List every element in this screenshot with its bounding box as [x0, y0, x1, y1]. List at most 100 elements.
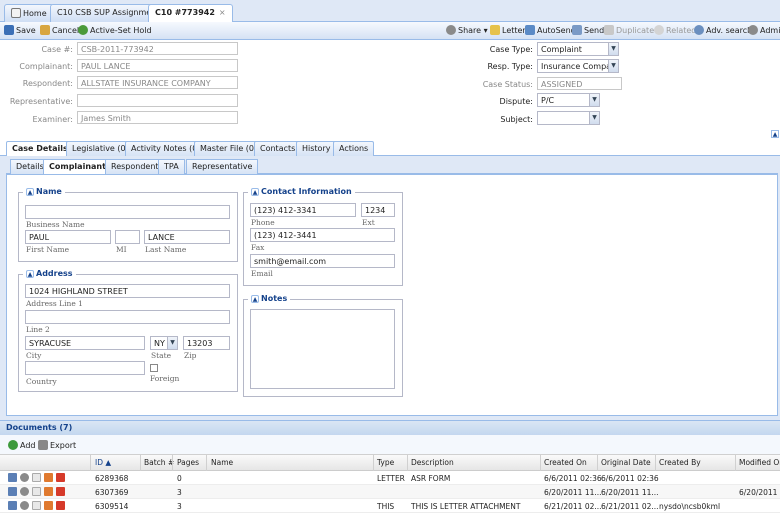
column-header-pages[interactable]: Pages: [177, 458, 199, 467]
active-set-hold-button[interactable]: Active-Set Hold: [78, 25, 152, 35]
gear-icon: [748, 25, 758, 35]
country-label: Country: [26, 377, 57, 386]
lock-icon[interactable]: [44, 487, 53, 496]
tab-case-details[interactable]: Case Details: [6, 141, 74, 156]
menu-icon[interactable]: [8, 501, 17, 510]
add-icon: [8, 440, 18, 450]
foreign-checkbox[interactable]: [150, 364, 158, 372]
address-section-title[interactable]: ▲ Address: [23, 269, 76, 278]
subtab-representative[interactable]: Representative: [186, 159, 259, 174]
resp-type-select[interactable]: Insurance Compar ▼: [537, 59, 619, 73]
case-header-form: Case #: CSB-2011-773942 Complainant: PAU…: [0, 40, 780, 140]
close-icon[interactable]: ×: [219, 8, 226, 17]
collapse-icon[interactable]: ▲: [26, 188, 34, 196]
fax-input[interactable]: (123) 412-3441: [250, 228, 395, 242]
documents-toolbar: Add Export: [0, 435, 780, 455]
menu-icon[interactable]: [8, 473, 17, 482]
column-header-batch[interactable]: Batch #: [144, 458, 174, 467]
cancel-button[interactable]: Cancel: [40, 25, 79, 35]
chevron-down-icon[interactable]: ▼: [608, 60, 618, 72]
tab-history[interactable]: History: [296, 141, 337, 156]
country-input[interactable]: [25, 361, 145, 375]
letter-button[interactable]: Letter: [490, 25, 526, 35]
collapse-icon[interactable]: ▲: [251, 188, 259, 196]
autosend-button[interactable]: AutoSend: [525, 25, 576, 35]
send-button[interactable]: Send: [572, 25, 604, 35]
column-header-original-date[interactable]: Original Date: [601, 458, 651, 467]
address-line2-input[interactable]: [25, 310, 230, 324]
copy-icon[interactable]: [32, 487, 41, 496]
gear-icon[interactable]: [20, 487, 29, 496]
name-section-title[interactable]: ▲ Name: [23, 187, 65, 196]
examiner-field: James Smith: [77, 111, 238, 124]
table-row[interactable]: 6307369 3 6/20/2011 11... 6/20/2011 11..…: [0, 485, 780, 499]
admin-button[interactable]: Admin: [748, 25, 780, 35]
share-button[interactable]: Share ▾: [446, 25, 488, 35]
subject-select[interactable]: ▼: [537, 111, 600, 125]
chevron-down-icon[interactable]: ▼: [608, 43, 618, 55]
adv-search-button[interactable]: Adv. search: [694, 25, 752, 35]
tab-master-file[interactable]: Master File (0): [194, 141, 264, 156]
respondent-label: Respondent:: [22, 79, 73, 88]
delete-icon[interactable]: [56, 487, 65, 496]
notes-textarea[interactable]: [250, 309, 395, 389]
chevron-down-icon[interactable]: ▼: [589, 112, 599, 124]
email-input[interactable]: smith@email.com: [250, 254, 395, 268]
last-name-label: Last Name: [145, 245, 187, 254]
complainant-label: Complainant:: [19, 62, 73, 71]
gear-icon[interactable]: [20, 501, 29, 510]
tab-actions[interactable]: Actions: [333, 141, 375, 156]
business-name-label: Business Name: [26, 220, 85, 229]
first-name-label: First Name: [26, 245, 70, 254]
dispute-select[interactable]: P/C ▼: [537, 93, 600, 107]
duplicate-button[interactable]: Duplicate: [604, 25, 654, 35]
subtab-complainant[interactable]: Complainant: [43, 159, 112, 174]
tab-home[interactable]: Home: [4, 4, 54, 22]
resp-type-label: Resp. Type:: [487, 62, 533, 71]
column-header-created-by[interactable]: Created By: [659, 458, 701, 467]
column-header-type[interactable]: Type: [377, 458, 394, 467]
column-header-created-on[interactable]: Created On: [544, 458, 587, 467]
lock-icon[interactable]: [44, 473, 53, 482]
contact-section-title[interactable]: ▲ Contact Information: [248, 187, 355, 196]
subtab-tpa[interactable]: TPA: [158, 159, 185, 174]
chevron-down-icon[interactable]: ▼: [167, 337, 177, 349]
table-row[interactable]: 6309514 3 THIS THIS IS LETTER ATTACHMENT…: [0, 499, 780, 513]
column-header-id[interactable]: ID ▲: [95, 458, 111, 467]
tab-contacts[interactable]: Contacts: [254, 141, 302, 156]
column-header-description[interactable]: Description: [411, 458, 454, 467]
business-name-input[interactable]: [25, 205, 230, 219]
subtab-respondent[interactable]: Respondent: [105, 159, 165, 174]
export-button[interactable]: Export: [38, 440, 76, 450]
notes-section-title[interactable]: ▲ Notes: [248, 294, 291, 303]
tab-case-773942[interactable]: C10 #773942 ×: [148, 4, 233, 23]
chevron-down-icon[interactable]: ▼: [589, 94, 599, 106]
city-input[interactable]: SYRACUSE: [25, 336, 145, 350]
gear-icon[interactable]: [20, 473, 29, 482]
collapse-icon[interactable]: ▲: [26, 270, 34, 278]
mi-input[interactable]: [115, 230, 140, 244]
copy-icon[interactable]: [32, 501, 41, 510]
collapse-icon[interactable]: ▲: [251, 295, 259, 303]
copy-icon[interactable]: [32, 473, 41, 482]
state-select[interactable]: NY ▼: [150, 336, 178, 350]
related-button[interactable]: Related: [654, 25, 696, 35]
first-name-input[interactable]: PAUL: [25, 230, 111, 244]
column-header-name[interactable]: Name: [211, 458, 233, 467]
case-type-select[interactable]: Complaint ▼: [537, 42, 619, 56]
delete-icon[interactable]: [56, 501, 65, 510]
menu-icon[interactable]: [8, 487, 17, 496]
table-row[interactable]: 6289368 0 LETTER ASR FORM 6/6/2011 02:36…: [0, 471, 780, 485]
lock-icon[interactable]: [44, 501, 53, 510]
phone-input[interactable]: (123) 412-3341: [250, 203, 356, 217]
ext-input[interactable]: 1234: [361, 203, 395, 217]
save-button[interactable]: Save: [4, 25, 36, 35]
last-name-input[interactable]: LANCE: [144, 230, 230, 244]
address-line1-input[interactable]: 1024 HIGHLAND STREET: [25, 284, 230, 298]
complainant-panel: ▲ Name Business Name PAUL LANCE First Nam…: [6, 174, 778, 416]
zip-input[interactable]: 13203: [183, 336, 230, 350]
collapse-icon[interactable]: ▲: [771, 130, 779, 138]
column-header-modified-on[interactable]: Modified On: [739, 458, 780, 467]
add-document-button[interactable]: Add: [8, 440, 36, 450]
delete-icon[interactable]: [56, 473, 65, 482]
